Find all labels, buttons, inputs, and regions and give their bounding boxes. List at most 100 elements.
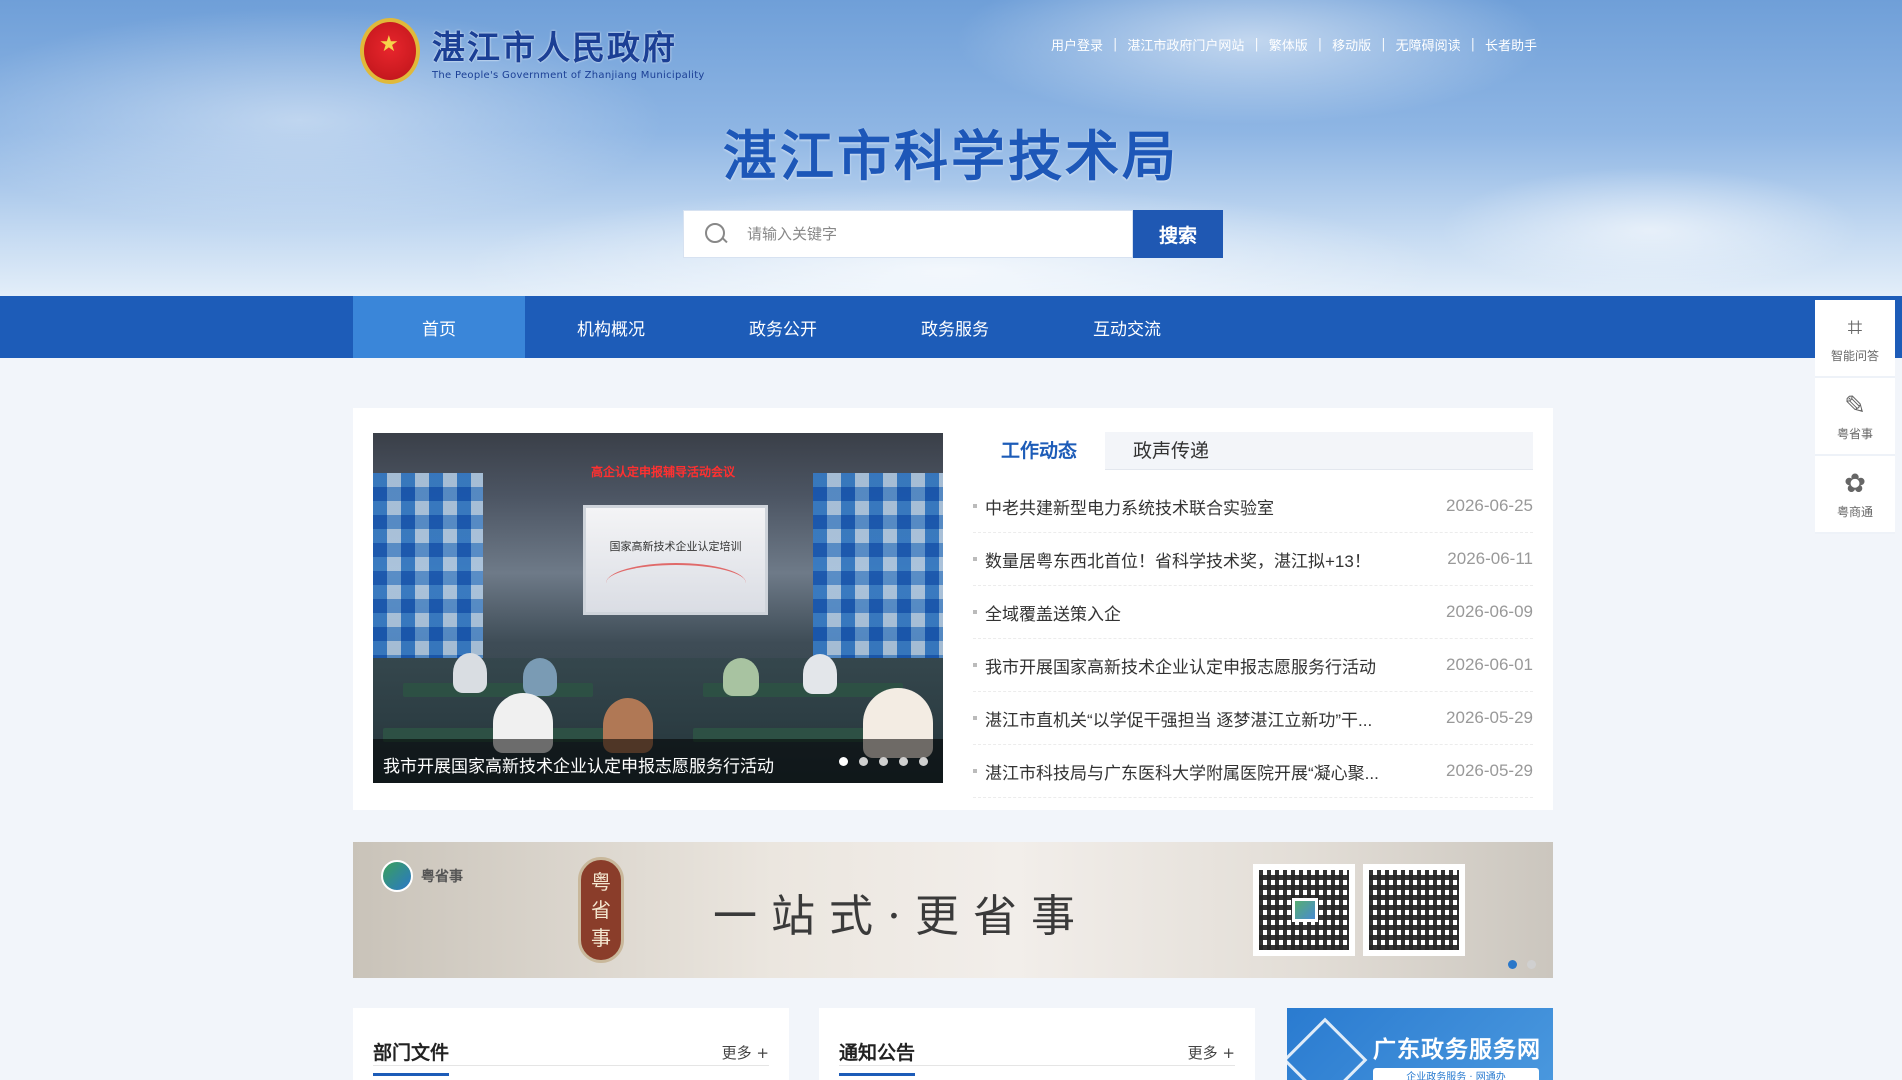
slider-dots <box>839 757 939 766</box>
link-mobile[interactable]: 移动版 <box>1322 35 1381 54</box>
dept-documents-box: 部门文件 更多 + <box>353 1008 789 1080</box>
news-title[interactable]: 全域覆盖送策入企 <box>973 600 1418 625</box>
news-title[interactable]: 湛江市直机关“以学促干强担当 逐梦湛江立新功”干... <box>973 706 1418 731</box>
yueshangtong-icon: ✿ <box>1844 468 1866 499</box>
slide-photo: 高企认定申报辅导活动会议 国家高新技术企业认定培训 <box>373 433 943 783</box>
float-toolbar: ⌗ 智能问答 ✎ 粤省事 ✿ 粤商通 <box>1815 300 1895 534</box>
gd-service-subtitle: 企业政务服务 · 网通办 <box>1373 1068 1539 1080</box>
promo-dot[interactable] <box>1508 960 1517 969</box>
slider-dot[interactable] <box>859 757 868 766</box>
news-item[interactable]: 数量居粤东西北首位！省科学技术奖，湛江拟+13！ 2026-06-11 <box>973 533 1533 586</box>
separator: | <box>1470 37 1475 52</box>
news-title[interactable]: 数量居粤东西北首位！省科学技术奖，湛江拟+13！ <box>973 547 1418 572</box>
gov-name-en: The People's Government of Zhanjiang Mun… <box>432 70 705 81</box>
main-nav: 首页 机构概况 政务公开 政务服务 互动交流 <box>0 296 1902 358</box>
news-item[interactable]: 湛江市直机关“以学促干强担当 逐梦湛江立新功”干... 2026-05-29 <box>973 692 1533 745</box>
news-tabs: 工作动态 政声传递 <box>973 432 1533 470</box>
news-item[interactable]: 湛江市科技局与广东医科大学附属医院开展“凝心聚... 2026-05-29 <box>973 745 1533 798</box>
news-slider[interactable]: 高企认定申报辅导活动会议 国家高新技术企业认定培训 我市开展国家高新技术企业认定 <box>373 433 943 783</box>
promo-dot[interactable] <box>1527 960 1536 969</box>
tab-policy-voice[interactable]: 政声传递 <box>1105 432 1237 470</box>
news-date: 2026-05-29 <box>1446 708 1533 727</box>
nav-item-home[interactable]: 首页 <box>353 296 525 358</box>
slide-projection-screen: 国家高新技术企业认定培训 <box>583 505 768 615</box>
float-item-yueshangtong[interactable]: ✿ 粤商通 <box>1815 456 1895 534</box>
slide-screen-text: 国家高新技术企业认定培训 <box>609 540 742 553</box>
slide-person <box>453 653 487 693</box>
float-item-label: 智能问答 <box>1830 348 1879 363</box>
float-item-label: 粤商通 <box>1836 504 1873 519</box>
slide-person <box>723 658 759 696</box>
promo-dots <box>1508 960 1546 969</box>
robot-icon: ⌗ <box>1847 312 1863 343</box>
seal-char: 粤 <box>591 870 611 894</box>
search-icon <box>703 221 729 247</box>
slide-person <box>803 654 837 694</box>
column-title: 通知公告 <box>839 1038 916 1076</box>
gov-name-cn: 湛江市人民政府 <box>432 29 677 66</box>
promo-banner[interactable]: 粤省事 粤 省 事 一站式·更省事 <box>353 842 1553 978</box>
slider-dot[interactable] <box>839 757 848 766</box>
news-date: 2026-06-09 <box>1446 602 1533 621</box>
slide-banner-text: 高企认定申报辅导活动会议 <box>590 465 735 479</box>
qr-pattern <box>1259 870 1349 950</box>
slide-caption[interactable]: 我市开展国家高新技术企业认定申报志愿服务行活动 <box>383 752 774 777</box>
link-gov-portal[interactable]: 湛江市政府门户网站 <box>1117 35 1254 54</box>
float-item-smart-qa[interactable]: ⌗ 智能问答 <box>1815 300 1895 378</box>
yueshengshi-icon: ✎ <box>1844 390 1866 421</box>
separator: | <box>1317 37 1323 52</box>
top-links: 用户登录 | 湛江市政府门户网站 | 繁体版 | 移动版 | 无障碍阅读 | 长… <box>1041 35 1547 54</box>
gov-logo[interactable]: 湛江市人民政府 The People's Government of Zhanj… <box>360 18 705 84</box>
news-title[interactable]: 我市开展国家高新技术企业认定申报志愿服务行活动 <box>973 653 1418 678</box>
search-field <box>683 210 1133 258</box>
more-link[interactable]: 更多 + <box>1188 1042 1235 1063</box>
slide-caption-bar: 我市开展国家高新技术企业认定申报志愿服务行活动 <box>373 739 943 783</box>
seal-char: 省 <box>591 898 611 922</box>
float-item-label: 粤省事 <box>1836 426 1873 441</box>
news-item[interactable]: 中老共建新型电力系统技术联合实验室 2026-06-25 <box>973 480 1533 533</box>
news-date: 2026-06-25 <box>1446 496 1533 515</box>
news-title[interactable]: 湛江市科技局与广东医科大学附属医院开展“凝心聚... <box>973 759 1418 784</box>
slide-screen-graphic <box>606 563 746 603</box>
separator: | <box>1254 37 1259 52</box>
guangdong-service-banner[interactable]: 广东政务服务网 企业政务服务 · 网通办 <box>1287 1008 1553 1080</box>
news-date: 2026-05-29 <box>1446 761 1533 780</box>
column-header: 通知公告 更多 + <box>839 1026 1235 1076</box>
column-title: 部门文件 <box>373 1038 450 1076</box>
notices-box: 通知公告 更多 + <box>819 1008 1255 1080</box>
nav-item-organization[interactable]: 机构概况 <box>525 296 697 358</box>
separator: | <box>1381 37 1386 52</box>
link-accessibility[interactable]: 无障碍阅读 <box>1386 35 1471 54</box>
nav-item-services[interactable]: 政务服务 <box>869 296 1041 358</box>
slider-dot[interactable] <box>919 757 928 766</box>
news-title[interactable]: 中老共建新型电力系统技术联合实验室 <box>973 494 1418 519</box>
search-button[interactable]: 搜索 <box>1133 210 1223 258</box>
yueshengshi-logo-icon <box>381 860 413 892</box>
separator: | <box>1112 37 1118 52</box>
link-elder-assistant[interactable]: 长者助手 <box>1475 35 1547 54</box>
column-header: 部门文件 更多 + <box>373 1026 769 1076</box>
news-list: 中老共建新型电力系统技术联合实验室 2026-06-25 数量居粤东西北首位！省… <box>973 480 1533 798</box>
slide-desk-row <box>403 683 593 697</box>
seal-char: 事 <box>591 926 611 950</box>
nav-item-government-affairs[interactable]: 政务公开 <box>697 296 869 358</box>
qr-logo-icon <box>1292 898 1318 922</box>
news-item[interactable]: 我市开展国家高新技术企业认定申报志愿服务行活动 2026-06-01 <box>973 639 1533 692</box>
site-title: 湛江市科学技术局 <box>723 127 1179 187</box>
tab-work-news[interactable]: 工作动态 <box>973 432 1106 470</box>
link-user-login[interactable]: 用户登录 <box>1041 35 1113 54</box>
qr-code-miniprogram <box>1253 864 1355 956</box>
nav-item-interaction[interactable]: 互动交流 <box>1041 296 1213 358</box>
promo-logo-text: 粤省事 <box>421 869 463 885</box>
slider-dot[interactable] <box>899 757 908 766</box>
news-date: 2026-06-01 <box>1446 655 1533 674</box>
news-panel: 高企认定申报辅导活动会议 国家高新技术企业认定培训 我市开展国家高新技术企业认定 <box>353 408 1553 810</box>
link-traditional[interactable]: 繁体版 <box>1259 35 1318 54</box>
search-input[interactable] <box>747 225 1107 243</box>
more-link[interactable]: 更多 + <box>722 1042 769 1063</box>
news-item[interactable]: 全域覆盖送策入企 2026-06-09 <box>973 586 1533 639</box>
slider-dot[interactable] <box>879 757 888 766</box>
promo-slogan: 一站式·更省事 <box>713 891 1089 942</box>
float-item-yueshengshi[interactable]: ✎ 粤省事 <box>1815 378 1895 456</box>
slide-person <box>523 658 557 696</box>
